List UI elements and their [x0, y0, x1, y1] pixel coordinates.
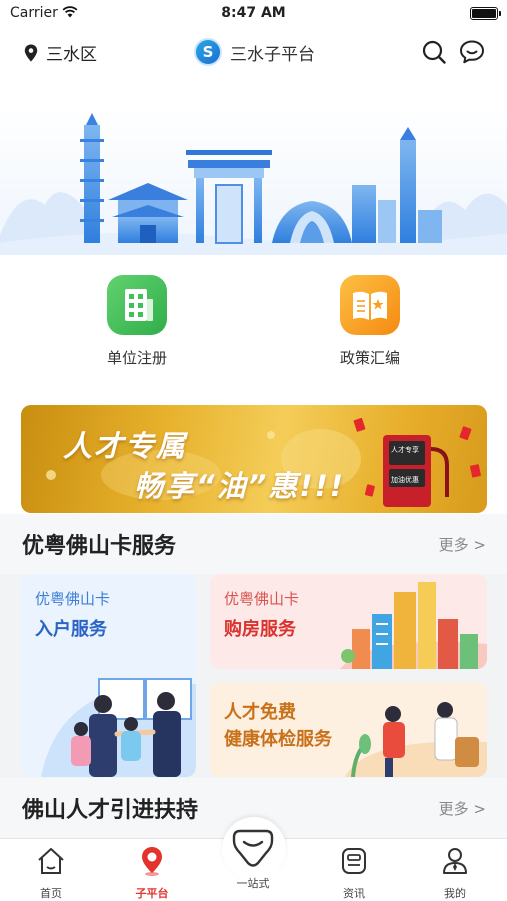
- section-header-youyue: 优粤佛山卡服务 更多 >: [0, 514, 507, 574]
- quick-entries: 单位注册 政策汇编: [0, 275, 507, 375]
- city-skyline-illustration: [0, 105, 507, 255]
- archway-illustration: [186, 150, 272, 244]
- platform-logo: S: [194, 38, 222, 66]
- handshake-illustration: [41, 678, 196, 777]
- platform-switcher[interactable]: S 三水子平台: [194, 38, 315, 66]
- battery-icon: [470, 7, 501, 20]
- tab-news[interactable]: 资讯: [319, 845, 389, 901]
- promo-banner[interactable]: 人才专享 加油优惠 人才专属 畅享“油”惠!!!: [21, 405, 487, 513]
- location-pin-icon: [142, 847, 162, 876]
- tab-home[interactable]: 首页: [16, 845, 86, 901]
- card-title-line1: 人才免费: [224, 702, 296, 723]
- location-label: 三水区: [46, 45, 97, 65]
- card-settlement-service[interactable]: 优粤佛山卡 入户服务: [21, 574, 196, 777]
- buildings-illustration: [340, 582, 487, 669]
- news-icon: [342, 848, 366, 874]
- more-link[interactable]: 更多 >: [439, 534, 486, 555]
- medical-checkup-illustration: [345, 702, 487, 777]
- entry-unit-registration[interactable]: 单位注册: [77, 275, 197, 368]
- tab-label: 资讯: [343, 887, 365, 900]
- tab-label: 一站式: [236, 877, 270, 890]
- platform-title: 三水子平台: [230, 44, 315, 65]
- shield-icon: [232, 829, 274, 867]
- tab-label: 首页: [40, 887, 62, 900]
- entry-label: 政策汇编: [339, 349, 400, 367]
- search-icon[interactable]: [420, 38, 448, 66]
- location-pin-icon: [24, 44, 38, 61]
- more-link[interactable]: 更多 >: [439, 798, 486, 819]
- promo-headline-2: 畅享“油”惠!!!: [134, 469, 346, 503]
- card-title: 购房服务: [224, 619, 296, 640]
- user-icon: [443, 848, 467, 874]
- card-title-line2: 健康体检服务: [224, 729, 332, 750]
- clock: 8:47 AM: [221, 5, 286, 21]
- tab-one-stop[interactable]: 一站式: [218, 825, 288, 891]
- entry-label: 单位注册: [106, 349, 167, 367]
- top-nav-bar: 三水区 S 三水子平台: [0, 30, 507, 74]
- card-title: 入户服务: [35, 619, 107, 640]
- location-selector[interactable]: 三水区: [24, 40, 97, 65]
- tab-mine[interactable]: 我的: [420, 845, 490, 901]
- card-subtitle: 优粤佛山卡: [224, 590, 300, 608]
- section-title: 佛山人才引进扶持: [22, 798, 199, 823]
- message-icon[interactable]: [458, 38, 486, 66]
- status-bar: Carrier 8:47 AM: [0, 0, 507, 28]
- card-subtitle: 优粤佛山卡: [35, 590, 111, 608]
- promo-headline-1: 人才专属: [63, 429, 188, 463]
- bottom-tab-bar: 首页 子平台 一站式 资讯 我的: [0, 817, 507, 901]
- entry-policy-compilation[interactable]: 政策汇编: [310, 275, 430, 368]
- pump-sign-line2: 加油优惠: [391, 476, 419, 484]
- book-icon: [340, 275, 400, 335]
- card-housing-service[interactable]: 优粤佛山卡 购房服务: [210, 574, 487, 669]
- tab-label: 子平台: [135, 887, 169, 900]
- home-icon: [38, 848, 64, 874]
- card-health-check-service[interactable]: 人才免费 健康体检服务: [210, 682, 487, 777]
- section-title: 优粤佛山卡服务: [22, 534, 177, 559]
- tab-label: 我的: [444, 887, 466, 900]
- tab-sub-platform[interactable]: 子平台: [117, 845, 187, 901]
- building-icon: [107, 275, 167, 335]
- pump-sign-line1: 人才专享: [391, 446, 419, 454]
